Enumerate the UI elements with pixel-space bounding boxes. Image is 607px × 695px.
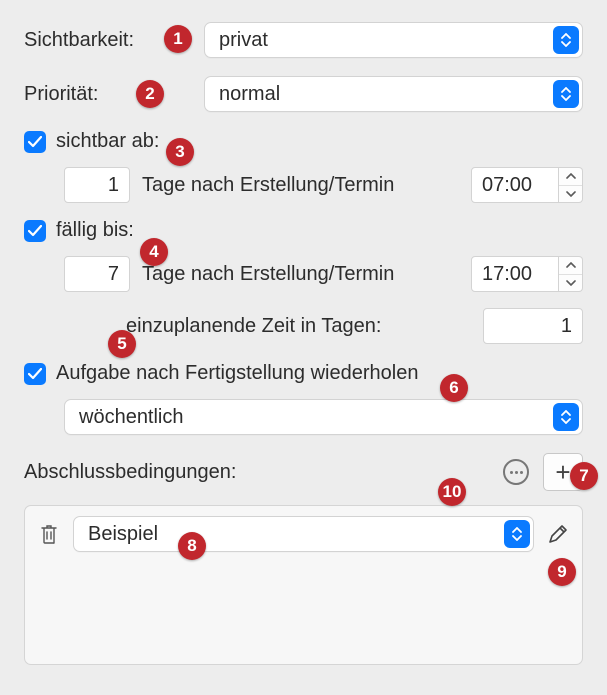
visible-days-input[interactable]: 1 bbox=[64, 167, 130, 203]
due-time-stepper[interactable] bbox=[559, 256, 583, 292]
due-days-input[interactable]: 7 bbox=[64, 256, 130, 292]
stepper-down-icon[interactable] bbox=[559, 186, 582, 203]
annotation-marker: 1 bbox=[164, 25, 192, 53]
repeat-frequency-value: wöchentlich bbox=[79, 406, 553, 429]
priority-select[interactable]: normal bbox=[204, 76, 583, 112]
annotation-marker: 3 bbox=[166, 138, 194, 166]
visibility-select[interactable]: privat bbox=[204, 22, 583, 58]
due-time-input[interactable]: 17:00 bbox=[471, 256, 559, 292]
repeat-label: Aufgabe nach Fertigstellung wiederholen bbox=[56, 362, 418, 385]
chevrons-icon bbox=[553, 403, 579, 431]
more-options-button[interactable] bbox=[503, 459, 529, 485]
planning-time-label: einzuplanende Zeit in Tagen: bbox=[126, 315, 381, 338]
repeat-frequency-select[interactable]: wöchentlich bbox=[64, 399, 583, 435]
conditions-list: Beispiel bbox=[24, 505, 583, 665]
annotation-marker: 4 bbox=[140, 238, 168, 266]
planning-days-input[interactable]: 1 bbox=[483, 308, 583, 344]
annotation-marker: 10 bbox=[438, 478, 466, 506]
annotation-marker: 6 bbox=[440, 374, 468, 402]
annotation-marker: 2 bbox=[136, 80, 164, 108]
plus-icon: + bbox=[555, 457, 570, 488]
pencil-icon bbox=[547, 523, 569, 545]
trash-icon bbox=[39, 523, 59, 545]
visible-time-input[interactable]: 07:00 bbox=[471, 167, 559, 203]
chevrons-icon bbox=[553, 80, 579, 108]
repeat-checkbox[interactable] bbox=[24, 363, 46, 385]
chevrons-icon bbox=[504, 520, 530, 548]
stepper-up-icon[interactable] bbox=[559, 168, 582, 186]
visible-from-label: sichtbar ab: bbox=[56, 130, 159, 153]
completion-conditions-label: Abschlussbedingungen: bbox=[24, 461, 236, 484]
chevrons-icon bbox=[553, 26, 579, 54]
annotation-marker: 5 bbox=[108, 330, 136, 358]
list-item: Beispiel bbox=[35, 516, 572, 552]
stepper-up-icon[interactable] bbox=[559, 257, 582, 275]
days-after-label-2: Tage nach Erstellung/Termin bbox=[142, 263, 459, 286]
days-after-label: Tage nach Erstellung/Termin bbox=[142, 174, 459, 197]
stepper-down-icon[interactable] bbox=[559, 275, 582, 292]
due-until-label: fällig bis: bbox=[56, 219, 134, 242]
annotation-marker: 7 bbox=[570, 462, 598, 490]
condition-select[interactable]: Beispiel bbox=[73, 516, 534, 552]
edit-condition-button[interactable] bbox=[544, 520, 572, 548]
delete-condition-button[interactable] bbox=[35, 520, 63, 548]
priority-value: normal bbox=[219, 83, 553, 106]
visible-time-stepper[interactable] bbox=[559, 167, 583, 203]
annotation-marker: 9 bbox=[548, 558, 576, 586]
visible-from-checkbox[interactable] bbox=[24, 131, 46, 153]
annotation-marker: 8 bbox=[178, 532, 206, 560]
due-until-checkbox[interactable] bbox=[24, 220, 46, 242]
priority-label: Priorität: bbox=[24, 83, 204, 106]
ellipsis-icon bbox=[510, 471, 523, 474]
visibility-value: privat bbox=[219, 29, 553, 52]
condition-value: Beispiel bbox=[88, 523, 504, 546]
